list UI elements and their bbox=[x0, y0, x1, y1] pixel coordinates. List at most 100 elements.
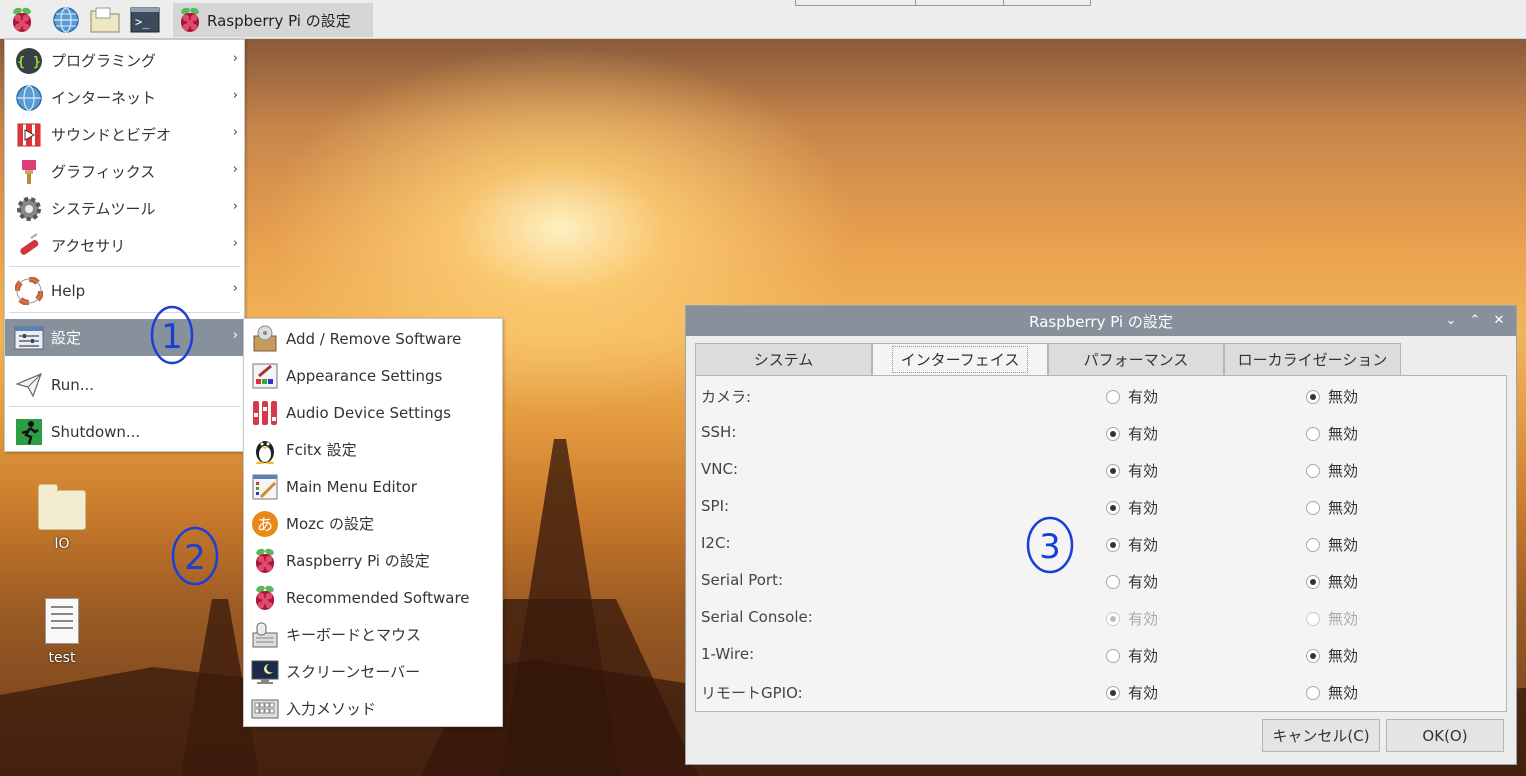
enable-radio[interactable]: 有効 bbox=[1106, 534, 1158, 555]
close-icon[interactable]: ✕ bbox=[1490, 312, 1508, 330]
tab-performance[interactable]: パフォーマンス bbox=[1048, 343, 1224, 376]
menu-item-graphics[interactable]: グラフィックス › bbox=[5, 153, 244, 190]
menu-separator bbox=[9, 266, 240, 267]
submenu-item-label: Add / Remove Software bbox=[286, 329, 462, 348]
submenu-item-label: Audio Device Settings bbox=[286, 403, 451, 422]
taskbar-raspi-config-button[interactable]: Raspberry Pi の設定 bbox=[173, 3, 373, 37]
disable-radio[interactable]: 無効 bbox=[1306, 571, 1358, 592]
menu-item-system-tools[interactable]: システムツール › bbox=[5, 190, 244, 227]
disable-radio: 無効 bbox=[1306, 608, 1358, 629]
submenu-item-add-remove-software[interactable]: Add / Remove Software bbox=[244, 320, 502, 357]
ok-button[interactable]: OK(O) bbox=[1386, 719, 1504, 752]
submenu-item-raspi-config[interactable]: Raspberry Pi の設定 bbox=[244, 542, 502, 579]
desktop-icon-io[interactable]: IO bbox=[27, 484, 97, 552]
interfaces-panel: カメラ: 有効 無効 SSH: 有効 無効 VNC: 有効 無効 SPI: 有効 無効 I2C: 有効 無効… bbox=[695, 375, 1507, 712]
menu-item-preferences[interactable]: 設定 › bbox=[5, 319, 244, 356]
submenu-item-audio-device-settings[interactable]: Audio Device Settings bbox=[244, 394, 502, 431]
submenu-item-label: Fcitx 設定 bbox=[286, 441, 357, 459]
enable-radio: 有効 bbox=[1106, 608, 1158, 629]
submenu-item-fcitx-settings[interactable]: Fcitx 設定 bbox=[244, 431, 502, 468]
submenu-item-screensaver[interactable]: スクリーンセーバー bbox=[244, 653, 502, 690]
menu-item-accessories[interactable]: アクセサリ › bbox=[5, 227, 244, 264]
radio-label: 無効 bbox=[1328, 610, 1359, 628]
radio-label: 有効 bbox=[1128, 573, 1159, 591]
terminal-button[interactable]: >_ bbox=[129, 4, 161, 36]
tab-label: パフォーマンス bbox=[1083, 351, 1189, 369]
radio-label: 有効 bbox=[1128, 388, 1159, 406]
radio-dot-icon bbox=[1106, 648, 1120, 663]
radio-dot-icon bbox=[1106, 574, 1120, 589]
penguin-icon bbox=[250, 435, 280, 465]
tab-system[interactable]: システム bbox=[695, 343, 872, 376]
menu-item-label: システムツール bbox=[51, 200, 156, 218]
dialog-titlebar[interactable]: Raspberry Pi の設定 ⌄ ⌃ ✕ bbox=[686, 306, 1516, 336]
radio-dot-icon bbox=[1106, 537, 1120, 552]
run-icon bbox=[13, 369, 45, 401]
interface-label: SPI: bbox=[701, 497, 730, 515]
disable-radio[interactable]: 無効 bbox=[1306, 460, 1358, 481]
submenu-item-main-menu-editor[interactable]: Main Menu Editor bbox=[244, 468, 502, 505]
submenu-item-label: Recommended Software bbox=[286, 588, 470, 607]
raspberry-menu-button[interactable] bbox=[6, 4, 38, 36]
disable-radio[interactable]: 無効 bbox=[1306, 423, 1358, 444]
submenu-item-mozc-settings[interactable]: あ Mozc の設定 bbox=[244, 505, 502, 542]
enable-radio[interactable]: 有効 bbox=[1106, 460, 1158, 481]
radio-label: 無効 bbox=[1328, 388, 1359, 406]
interface-row: Serial Console: 有効 無効 bbox=[696, 599, 1506, 636]
programming-icon: { } bbox=[13, 45, 45, 77]
internet-icon bbox=[13, 82, 45, 114]
minimize-icon[interactable]: ⌄ bbox=[1442, 312, 1460, 330]
submenu-item-appearance-settings[interactable]: Appearance Settings bbox=[244, 357, 502, 394]
disable-radio[interactable]: 無効 bbox=[1306, 645, 1358, 666]
raspberry-icon bbox=[250, 546, 280, 576]
submenu-item-input-method[interactable]: 入力メソッド bbox=[244, 690, 502, 727]
disable-radio[interactable]: 無効 bbox=[1306, 497, 1358, 518]
menu-item-shutdown[interactable]: Shutdown... bbox=[5, 413, 244, 450]
enable-radio[interactable]: 有効 bbox=[1106, 497, 1158, 518]
svg-text:>_: >_ bbox=[135, 15, 150, 29]
dialog-title: Raspberry Pi の設定 bbox=[1029, 312, 1173, 331]
interface-label: I2C: bbox=[701, 534, 731, 552]
maximize-icon[interactable]: ⌃ bbox=[1466, 312, 1484, 330]
radio-dot-icon bbox=[1106, 389, 1120, 404]
enable-radio[interactable]: 有効 bbox=[1106, 645, 1158, 666]
disable-radio[interactable]: 無効 bbox=[1306, 386, 1358, 407]
radio-dot-icon bbox=[1306, 685, 1320, 700]
menu-separator bbox=[9, 406, 240, 407]
package-icon bbox=[250, 324, 280, 354]
tab-localisation[interactable]: ローカライゼーション bbox=[1224, 343, 1401, 376]
file-manager-button[interactable] bbox=[89, 4, 121, 36]
interface-row: SPI: 有効 無効 bbox=[696, 488, 1506, 525]
interface-label: リモートGPIO: bbox=[701, 684, 803, 702]
interface-label: カメラ: bbox=[701, 388, 752, 406]
desktop-icon-label: IO bbox=[54, 536, 70, 552]
submenu-item-recommended-software[interactable]: Recommended Software bbox=[244, 579, 502, 616]
radio-dot-icon bbox=[1306, 463, 1320, 478]
interface-label: SSH: bbox=[701, 423, 737, 441]
preferences-submenu: Add / Remove Software Appearance Setting… bbox=[243, 318, 503, 727]
sound-video-icon bbox=[13, 119, 45, 151]
web-browser-button[interactable] bbox=[50, 4, 82, 36]
menu-item-help[interactable]: Help › bbox=[5, 272, 244, 309]
enable-radio[interactable]: 有効 bbox=[1106, 386, 1158, 407]
enable-radio[interactable]: 有効 bbox=[1106, 423, 1158, 444]
menu-item-programming[interactable]: { } プログラミング › bbox=[5, 42, 244, 79]
menu-item-internet[interactable]: インターネット › bbox=[5, 79, 244, 116]
interface-row: VNC: 有効 無効 bbox=[696, 451, 1506, 488]
menu-item-sound-video[interactable]: サウンドとビデオ › bbox=[5, 116, 244, 153]
cancel-button[interactable]: キャンセル(C) bbox=[1262, 719, 1380, 752]
tab-interfaces[interactable]: インターフェイス bbox=[872, 343, 1048, 376]
radio-label: 有効 bbox=[1128, 684, 1159, 702]
desktop-icon-test[interactable]: test bbox=[27, 598, 97, 666]
enable-radio[interactable]: 有効 bbox=[1106, 682, 1158, 703]
menu-item-label: グラフィックス bbox=[51, 163, 156, 181]
disable-radio[interactable]: 無効 bbox=[1306, 682, 1358, 703]
file-manager-icon bbox=[90, 7, 120, 33]
submenu-item-keyboard-mouse[interactable]: キーボードとマウス bbox=[244, 616, 502, 653]
menu-item-run[interactable]: Run... bbox=[5, 366, 244, 403]
main-menu: { } プログラミング › インターネット › サウンドとビデオ › グラフィッ… bbox=[4, 39, 245, 452]
disable-radio[interactable]: 無効 bbox=[1306, 534, 1358, 555]
radio-dot-icon bbox=[1306, 389, 1320, 404]
svg-text:{ }: { } bbox=[17, 55, 40, 70]
enable-radio[interactable]: 有効 bbox=[1106, 571, 1158, 592]
